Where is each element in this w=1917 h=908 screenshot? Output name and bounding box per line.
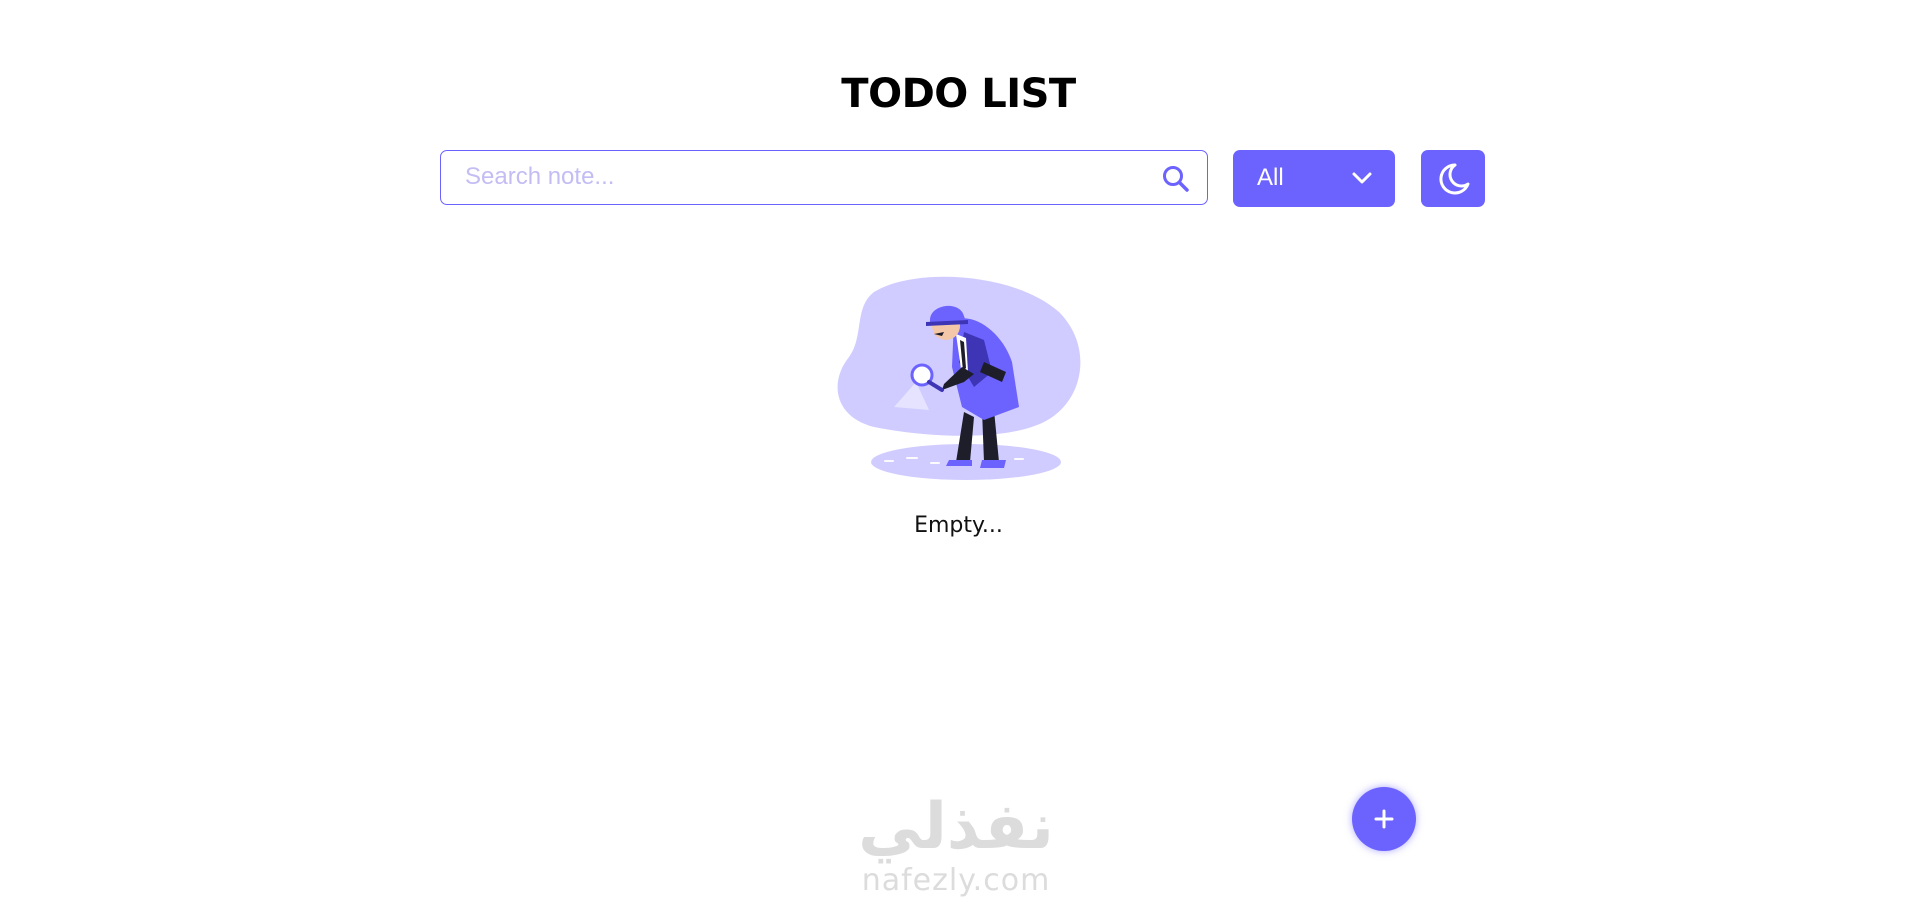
page-title: TODO LIST — [841, 71, 1076, 117]
toolbar: All — [440, 150, 1485, 207]
watermark-logo: نفذلي nafezly.com — [836, 790, 1076, 908]
add-note-button[interactable] — [1352, 787, 1416, 851]
empty-state-text: Empty... — [914, 513, 1003, 538]
filter-select[interactable]: All — [1233, 150, 1395, 207]
search-input[interactable] — [465, 151, 1145, 203]
filter-selected-value: All — [1257, 164, 1284, 191]
empty-state-illustration — [834, 272, 1086, 484]
chevron-down-icon — [1351, 170, 1373, 186]
search-box — [440, 150, 1208, 205]
search-icon[interactable] — [1161, 164, 1191, 194]
theme-toggle-button[interactable] — [1421, 150, 1485, 207]
todo-app: TODO LIST All — [0, 0, 1917, 908]
watermark-latin-text: nafezly.com — [861, 863, 1051, 898]
watermark-arabic-text: نفذلي — [858, 790, 1054, 864]
